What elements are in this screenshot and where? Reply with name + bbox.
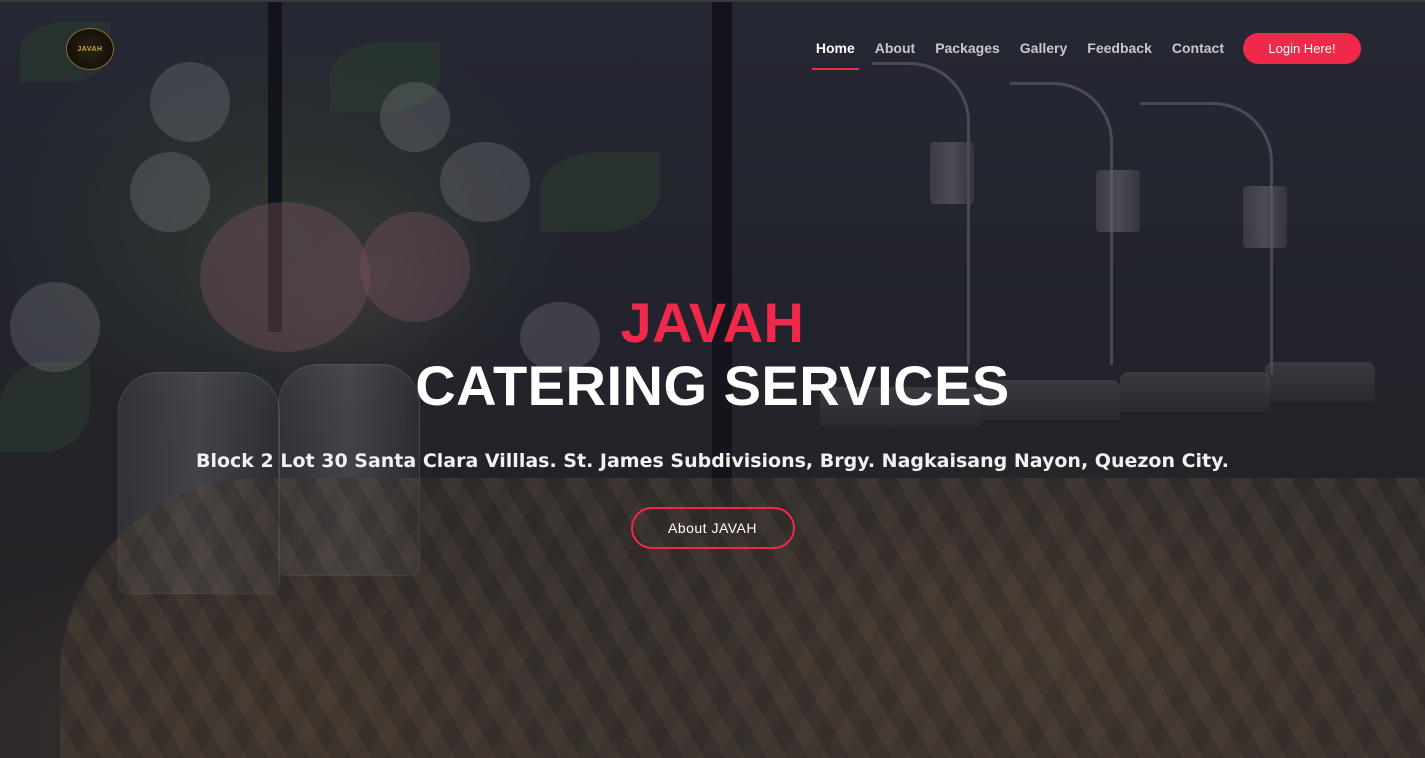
nav-about[interactable]: About <box>875 32 915 70</box>
logo-text: JAVAH <box>77 45 103 53</box>
logo[interactable]: JAVAH <box>66 28 114 70</box>
hero-content: JAVAH CATERING SERVICES Block 2 Lot 30 S… <box>0 292 1425 549</box>
login-button[interactable]: Login Here! <box>1243 32 1361 64</box>
navbar: Home About Packages Gallery Feedback Con… <box>806 32 1361 70</box>
about-javah-button[interactable]: About JAVAH <box>630 507 795 549</box>
hero-title: CATERING SERVICES <box>415 354 1010 417</box>
nav-gallery[interactable]: Gallery <box>1020 32 1067 70</box>
nav-contact[interactable]: Contact <box>1172 32 1224 70</box>
hero-section: JAVAH Home About Packages Gallery Feedba… <box>0 0 1425 758</box>
hero-address: Block 2 Lot 30 Santa Clara Villlas. St. … <box>195 450 1230 472</box>
hero-brand: JAVAH <box>620 291 805 354</box>
nav-feedback[interactable]: Feedback <box>1087 32 1152 70</box>
nav-packages[interactable]: Packages <box>935 32 1000 70</box>
nav-home[interactable]: Home <box>811 32 859 70</box>
